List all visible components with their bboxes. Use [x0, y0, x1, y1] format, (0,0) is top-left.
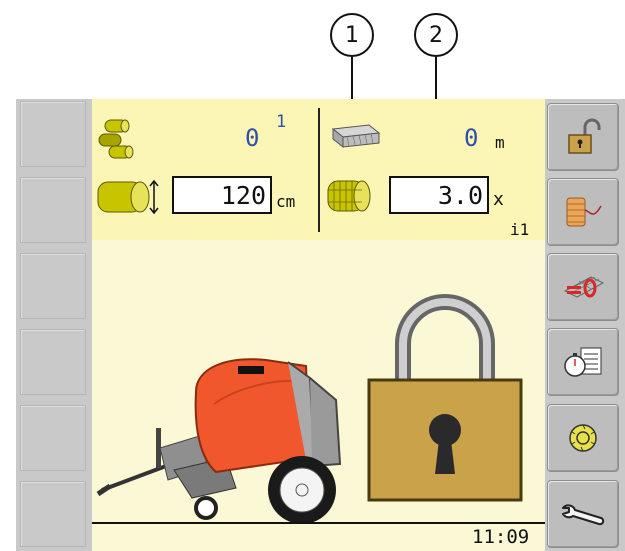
- bale-diameter-unit: cm: [276, 192, 296, 211]
- unlock-icon: [568, 118, 601, 154]
- net-length-value: 0: [464, 124, 479, 152]
- status-baseline: [92, 522, 545, 524]
- clock-time: 11:09: [472, 526, 530, 548]
- net-length-unit: m: [495, 133, 505, 152]
- baler-machine-illustration: [96, 358, 342, 524]
- left-softkey-4[interactable]: [20, 329, 86, 395]
- knife-disc-icon: [569, 424, 597, 452]
- callout-1: 1: [330, 13, 374, 57]
- bale-count-superscript: 1: [276, 112, 287, 132]
- lock-icon: [367, 294, 523, 502]
- info-divider: [318, 108, 320, 232]
- timer-report-icon: [564, 347, 602, 377]
- knife-disc-button[interactable]: [547, 404, 619, 472]
- wrench-icon: [562, 504, 605, 526]
- net-wraps-unit: x: [493, 189, 504, 210]
- callout-2: 2: [414, 13, 458, 57]
- net-reset-icon: [563, 276, 605, 298]
- left-softkey-3[interactable]: [20, 253, 86, 319]
- left-softkey-5[interactable]: [20, 405, 86, 471]
- bale-diameter-icon: [97, 179, 159, 215]
- net-reset-button[interactable]: [547, 253, 619, 321]
- net-roll-icon: [331, 124, 381, 149]
- counter-index: i1: [510, 220, 530, 239]
- net-wraps-value: 3.0: [437, 180, 483, 210]
- bale-diameter-value: 120: [220, 180, 266, 210]
- twine-button[interactable]: [547, 178, 619, 246]
- unlock-button[interactable]: [547, 103, 619, 171]
- callout-2-label: 2: [429, 22, 443, 48]
- timer-report-button[interactable]: [547, 328, 619, 396]
- twine-spool-icon: [566, 197, 602, 227]
- net-wrapped-bale-icon: [327, 180, 371, 212]
- left-softkey-1[interactable]: [20, 101, 86, 167]
- settings-wrench-button[interactable]: [547, 480, 619, 548]
- bale-stack-icon: [98, 119, 134, 159]
- net-wraps-field[interactable]: 3.0: [389, 176, 489, 214]
- bale-diameter-field[interactable]: 120: [172, 176, 272, 214]
- callout-1-label: 1: [345, 22, 359, 48]
- left-softkey-6[interactable]: [20, 481, 86, 547]
- left-softkey-2[interactable]: [20, 177, 86, 243]
- bale-count-value: 0: [245, 124, 260, 152]
